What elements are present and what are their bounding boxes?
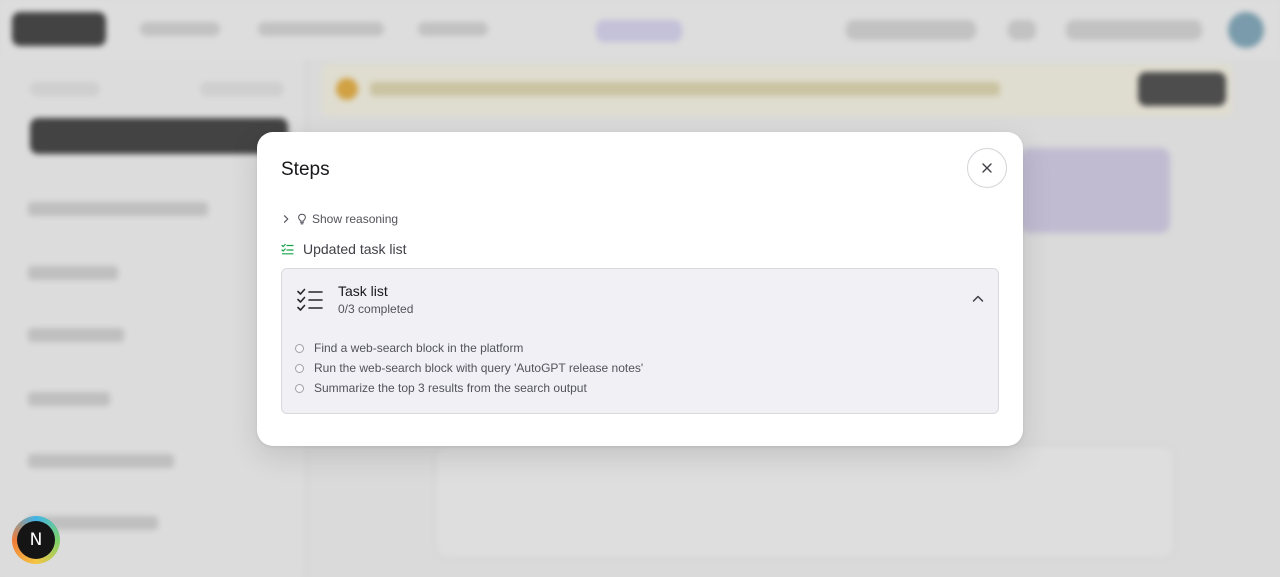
- task-item-text: Find a web-search block in the platform: [314, 341, 524, 355]
- list-check-icon: [281, 243, 294, 255]
- assistant-orb-initial: N: [17, 521, 55, 559]
- close-icon: [982, 163, 992, 173]
- assistant-orb[interactable]: N: [12, 516, 60, 564]
- steps-modal: Steps Show reasoning Updated task list T…: [257, 132, 1023, 446]
- task-list-progress: 0/3 completed: [338, 302, 414, 316]
- task-item: Run the web-search block with query 'Aut…: [295, 358, 643, 378]
- modal-title: Steps: [281, 159, 330, 180]
- updated-task-list-label: Updated task list: [303, 241, 407, 257]
- task-list-title: Task list: [338, 283, 388, 299]
- task-status-circle: [295, 363, 304, 373]
- task-list-header[interactable]: Task list 0/3 completed: [296, 283, 413, 317]
- task-status-circle: [295, 343, 304, 353]
- task-item: Summarize the top 3 results from the sea…: [295, 378, 643, 398]
- updated-task-list-row: Updated task list: [281, 241, 407, 257]
- task-list-icon: [297, 288, 323, 311]
- task-status-circle: [295, 383, 304, 393]
- task-item: Find a web-search block in the platform: [295, 338, 643, 358]
- show-reasoning-toggle[interactable]: Show reasoning: [281, 212, 398, 226]
- chevron-right-icon: [283, 215, 289, 223]
- task-items-list: Find a web-search block in the platform …: [295, 338, 643, 398]
- chevron-up-icon[interactable]: [970, 291, 986, 307]
- task-item-text: Summarize the top 3 results from the sea…: [314, 381, 587, 395]
- task-list-card: Task list 0/3 completed Find a web-searc…: [281, 268, 999, 414]
- close-button[interactable]: [967, 148, 1007, 188]
- show-reasoning-label: Show reasoning: [312, 212, 399, 226]
- lightbulb-icon: [298, 213, 306, 225]
- task-item-text: Run the web-search block with query 'Aut…: [314, 361, 644, 375]
